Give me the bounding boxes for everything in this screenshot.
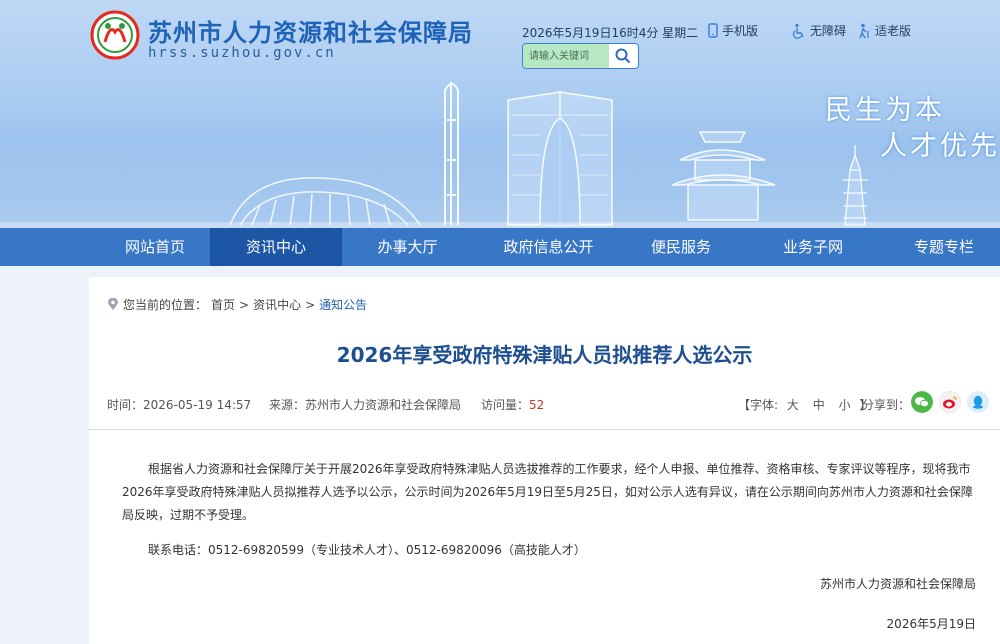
wechat-icon[interactable] bbox=[911, 391, 933, 413]
mobile-version-label: 手机版 bbox=[722, 24, 759, 38]
current-datetime: 2026年5月19日16时4分 星期二 bbox=[522, 26, 699, 40]
nav-item-special-topics[interactable]: 专题专栏 bbox=[888, 228, 1000, 266]
main-nav: 网站首页 资讯中心 办事大厅 政府信息公开 便民服务 业务子网 专题专栏 bbox=[0, 228, 1000, 266]
elderly-version-label: 适老版 bbox=[875, 24, 912, 38]
issuer-signature: 苏州市人力资源和社会保障局 bbox=[819, 577, 976, 591]
search-icon bbox=[615, 48, 631, 64]
view-count: 访问量：52 bbox=[481, 396, 544, 413]
qq-icon[interactable] bbox=[967, 391, 989, 413]
view-count-label: 访问量： bbox=[481, 398, 530, 412]
meta-divider bbox=[89, 429, 1000, 430]
source-value: 苏州市人力资源和社会保障局 bbox=[305, 398, 462, 412]
article-source: 来源：苏州市人力资源和社会保障局 bbox=[269, 396, 461, 413]
breadcrumb-separator: > bbox=[305, 297, 316, 312]
breadcrumb-news-center[interactable]: 资讯中心 bbox=[253, 296, 301, 313]
bureau-logo bbox=[90, 10, 140, 60]
article-title: 2026年享受政府特殊津贴人员拟推荐人选公示 bbox=[336, 343, 753, 367]
view-count-value: 52 bbox=[529, 398, 545, 412]
search-button[interactable] bbox=[608, 44, 638, 68]
slogan-line-1: 民生为本 bbox=[825, 95, 945, 126]
nav-item-news-center[interactable]: 资讯中心 bbox=[210, 228, 342, 266]
nav-item-gov-info[interactable]: 政府信息公开 bbox=[473, 228, 624, 266]
breadcrumb: 您当前的位置： 首页 > 资讯中心 > 通知公告 bbox=[107, 296, 367, 313]
font-size-large-button[interactable]: 大 bbox=[787, 398, 799, 412]
search-input[interactable] bbox=[523, 44, 609, 68]
publish-time-value: 2026-05-19 14:57 bbox=[143, 398, 252, 412]
site-domain: hrss.suzhou.gov.cn bbox=[148, 45, 336, 61]
nav-item-sub-sites[interactable]: 业务子网 bbox=[738, 228, 888, 266]
nav-item-home[interactable]: 网站首页 bbox=[100, 228, 210, 266]
site-title: 苏州市人力资源和社会保障局 bbox=[148, 19, 473, 47]
font-size-medium-button[interactable]: 中 bbox=[813, 398, 825, 412]
site-search bbox=[522, 43, 639, 69]
wheelchair-icon bbox=[792, 23, 804, 39]
accessibility-label: 无障碍 bbox=[810, 24, 847, 38]
source-label: 来源： bbox=[269, 398, 306, 412]
nav-item-public-service[interactable]: 便民服务 bbox=[624, 228, 738, 266]
publish-time-label: 时间： bbox=[107, 398, 144, 412]
font-size-small-button[interactable]: 小 bbox=[839, 398, 851, 412]
elderly-person-icon bbox=[859, 23, 869, 38]
publish-time: 时间：2026-05-19 14:57 bbox=[107, 396, 251, 413]
accessibility-link[interactable]: 无障碍 bbox=[790, 22, 846, 39]
article-panel: 您当前的位置： 首页 > 资讯中心 > 通知公告 2026年享受政府特殊津贴人员… bbox=[89, 277, 1000, 644]
breadcrumb-home[interactable]: 首页 bbox=[211, 296, 235, 313]
contact-phone: 联系电话：0512-69820599（专业技术人才）、0512-69820096… bbox=[148, 543, 586, 557]
location-pin-icon bbox=[108, 298, 118, 310]
slogan-line-2: 人才优先 bbox=[880, 131, 1000, 162]
issue-date: 2026年5月19日 bbox=[886, 617, 976, 631]
breadcrumb-notices[interactable]: 通知公告 bbox=[319, 296, 367, 313]
share-label: 分享到： bbox=[862, 398, 911, 412]
elderly-version-link[interactable]: 适老版 bbox=[857, 22, 911, 39]
phone-icon bbox=[708, 23, 718, 38]
article-body-paragraph: 根据省人力资源和社会保障厅关于开展2026年享受政府特殊津贴人员选拔推荐的工作要… bbox=[122, 462, 973, 522]
nav-item-service-hall[interactable]: 办事大厅 bbox=[342, 228, 473, 266]
breadcrumb-prefix: 您当前的位置： bbox=[123, 298, 208, 312]
mobile-version-link[interactable]: 手机版 bbox=[708, 22, 758, 39]
font-size-prefix: 【字体: bbox=[738, 398, 779, 412]
weibo-icon[interactable] bbox=[939, 391, 961, 413]
header-banner: 苏州市人力资源和社会保障局 hrss.suzhou.gov.cn 2026年5月… bbox=[0, 0, 1000, 228]
font-size-control: 【字体: 大 中 小 】 bbox=[738, 396, 871, 413]
breadcrumb-separator: > bbox=[239, 297, 250, 312]
